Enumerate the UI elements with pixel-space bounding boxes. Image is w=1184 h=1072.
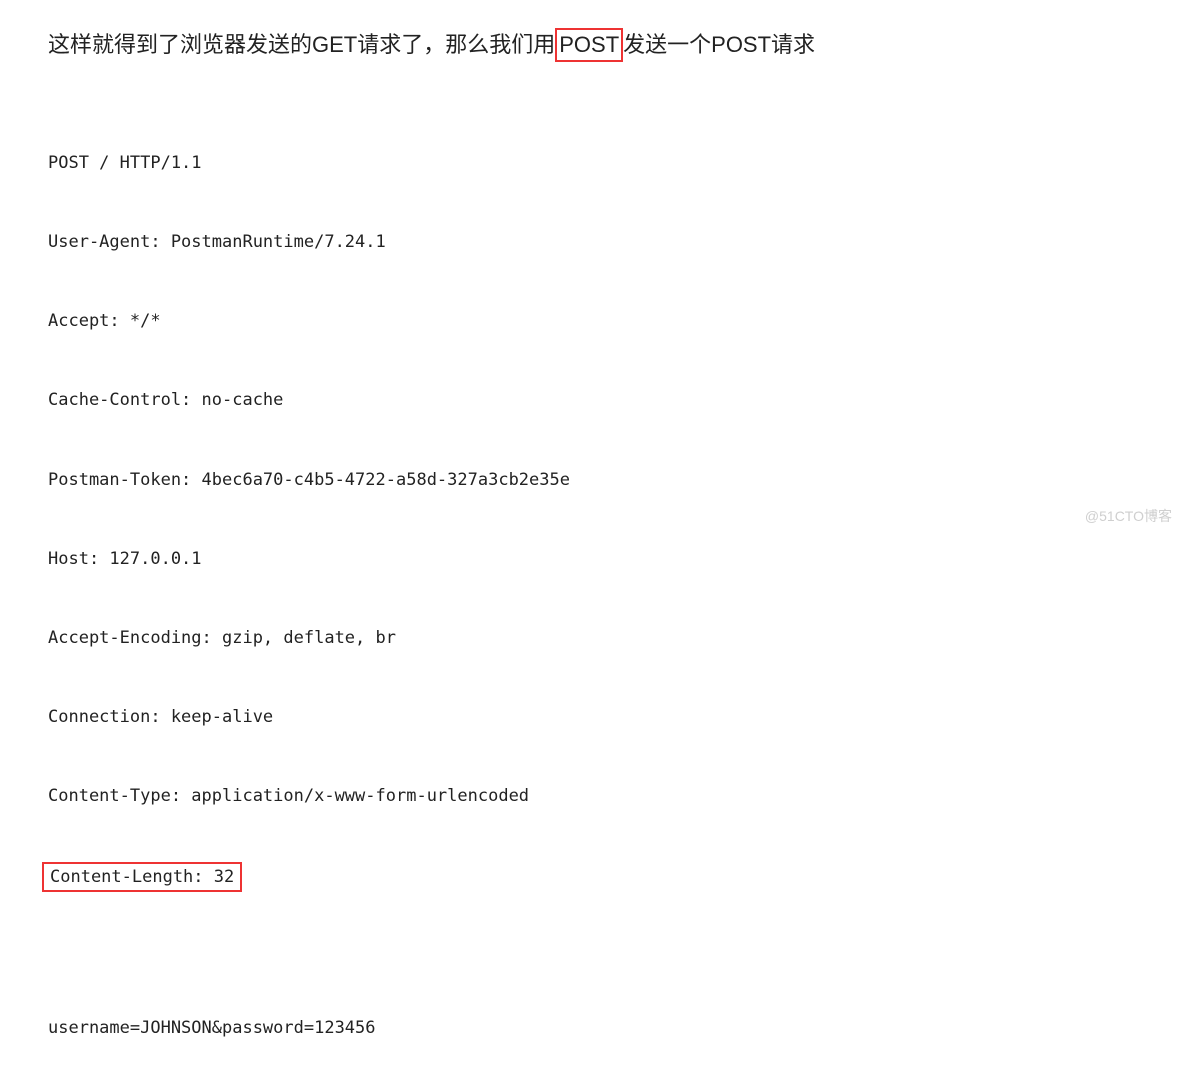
post-highlight-box: POST	[555, 28, 623, 62]
code-line: Postman-Token: 4bec6a70-c4b5-4722-a58d-3…	[48, 467, 1136, 493]
content-length-highlight: Content-Length: 32	[42, 862, 242, 892]
code-line: User-Agent: PostmanRuntime/7.24.1	[48, 229, 1136, 255]
intro-pre-text: 这样就得到了浏览器发送的GET请求了，那么我们用	[48, 32, 555, 57]
article-content: 这样就得到了浏览器发送的GET请求了，那么我们用POST发送一个POST请求 P…	[0, 0, 1184, 1072]
intro-post-text: 发送一个POST请求	[623, 32, 815, 57]
code-body-line: username=JOHNSON&password=123456	[48, 1015, 1136, 1041]
intro-paragraph: 这样就得到了浏览器发送的GET请求了，那么我们用POST发送一个POST请求	[48, 28, 1136, 62]
code-line: POST / HTTP/1.1	[48, 150, 1136, 176]
code-line: Accept-Encoding: gzip, deflate, br	[48, 625, 1136, 651]
code-line: Cache-Control: no-cache	[48, 387, 1136, 413]
http-request-code-block: POST / HTTP/1.1 User-Agent: PostmanRunti…	[48, 98, 1136, 1072]
code-blank-line	[48, 945, 1136, 963]
watermark-text: @51CTO博客	[1085, 506, 1172, 526]
code-line-highlighted: Content-Length: 32	[48, 862, 1136, 892]
code-line: Connection: keep-alive	[48, 704, 1136, 730]
code-line: Host: 127.0.0.1	[48, 546, 1136, 572]
code-line: Content-Type: application/x-www-form-url…	[48, 783, 1136, 809]
code-line: Accept: */*	[48, 308, 1136, 334]
